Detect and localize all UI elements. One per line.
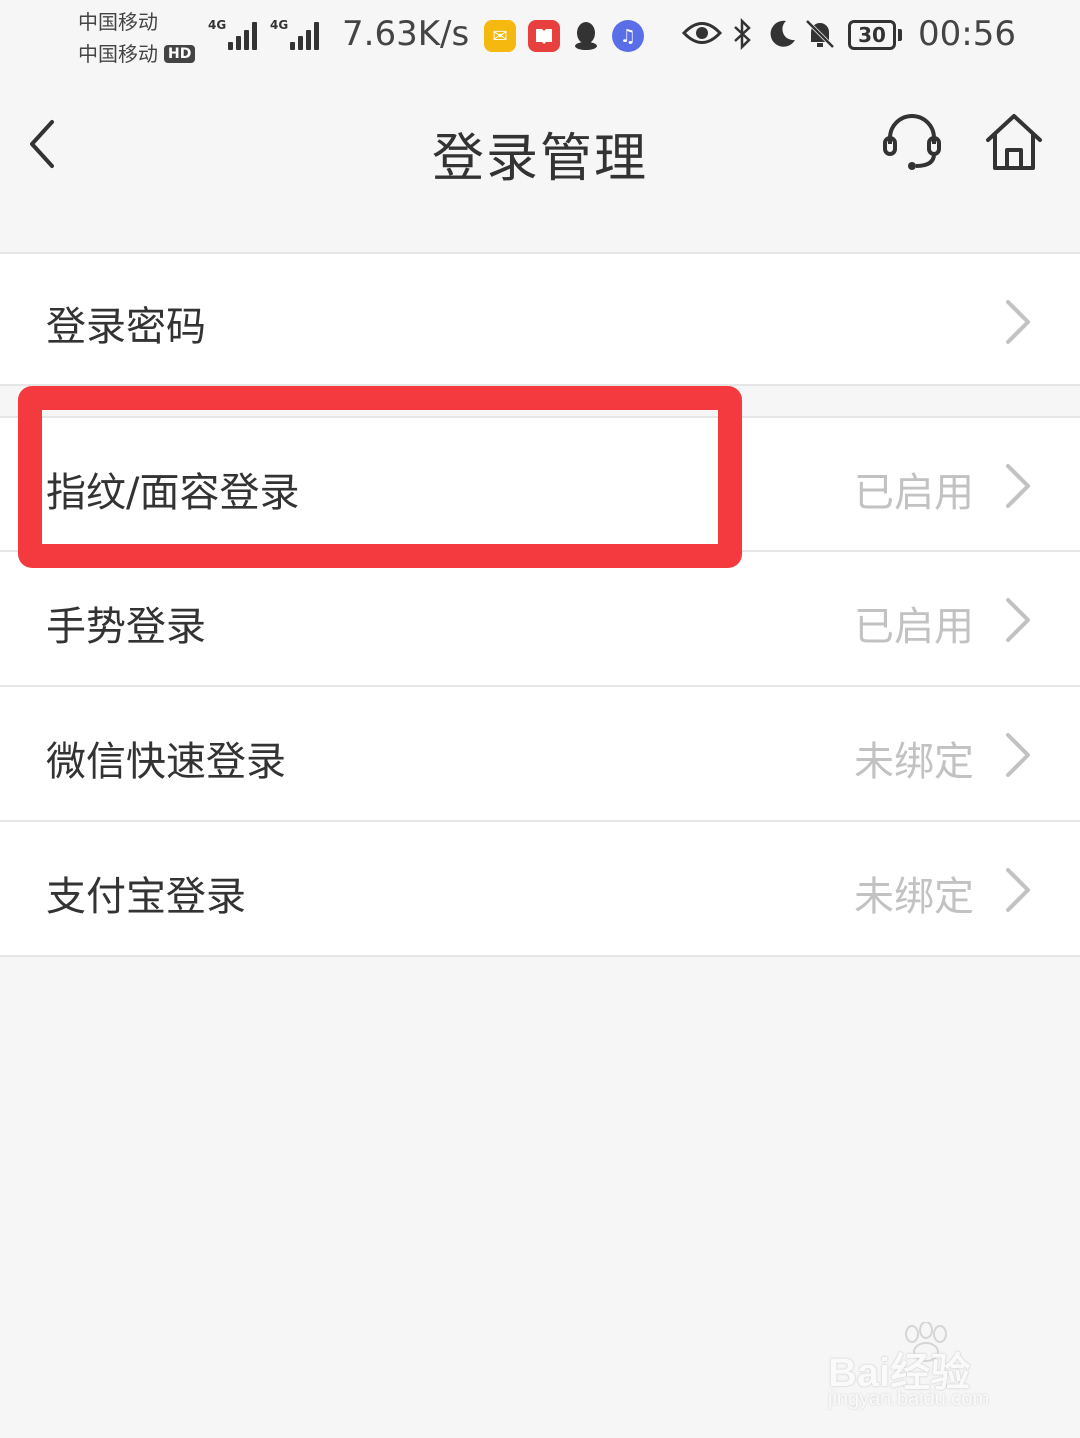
- item-label: 指纹/面容登录: [46, 470, 300, 516]
- network-speed: 7.63K/s: [342, 14, 470, 54]
- carrier-info: 中国移动 中国移动 HD: [78, 6, 196, 70]
- network-type-2: 4G: [270, 18, 289, 32]
- alipay-login-item[interactable]: 支付宝登录 未绑定: [0, 822, 1080, 957]
- baidu-jingyan-watermark: Bai经验 jingyan.baidu.com: [828, 1322, 1028, 1418]
- status-bar: 中国移动 中国移动 HD 4G 4G 7.63K/s ✉ ♫ 30 00:56: [0, 0, 1080, 80]
- home-button[interactable]: [982, 110, 1046, 174]
- eye-icon: [681, 18, 723, 57]
- watermark-sub: jingyan.baidu.com: [828, 1388, 990, 1410]
- item-label: 支付宝登录: [46, 874, 246, 920]
- chevron-right-icon: [1006, 868, 1030, 912]
- item-status: 未绑定: [854, 874, 974, 920]
- clock: 00:56: [918, 14, 1016, 54]
- item-label: 微信快速登录: [46, 739, 286, 785]
- item-status: 已启用: [854, 470, 974, 516]
- battery-icon: 30: [848, 20, 896, 50]
- signal-1-icon: 4G: [208, 18, 260, 50]
- network-type-1: 4G: [208, 18, 227, 32]
- carrier-2: 中国移动: [78, 42, 158, 66]
- chevron-right-icon: [1006, 464, 1030, 508]
- item-status: 未绑定: [854, 739, 974, 785]
- qq-app-icon: [570, 20, 602, 52]
- wechat-login-item[interactable]: 微信快速登录 未绑定: [0, 687, 1080, 822]
- gesture-login-item[interactable]: 手势登录 已启用: [0, 552, 1080, 687]
- hd-badge: HD: [164, 45, 196, 63]
- item-status: 已启用: [854, 604, 974, 650]
- nav-bar: 登录管理: [0, 80, 1080, 252]
- mail-app-icon: ✉: [484, 20, 516, 52]
- music-app-icon: ♫: [612, 20, 644, 52]
- item-label: 登录密码: [46, 304, 206, 350]
- battery-tip: [898, 29, 902, 41]
- item-label: 手势登录: [46, 604, 206, 650]
- moon-icon: [766, 18, 798, 59]
- mute-bell-icon: [804, 18, 836, 59]
- home-icon: [986, 114, 1042, 170]
- chevron-right-icon: [1006, 300, 1030, 344]
- headset-icon: [883, 114, 941, 170]
- chevron-right-icon: [1006, 598, 1030, 642]
- carrier-1: 中国移动: [78, 10, 158, 34]
- book-app-icon: [528, 20, 560, 52]
- login-password-item[interactable]: 登录密码: [0, 252, 1080, 386]
- fingerprint-face-login-item[interactable]: 指纹/面容登录 已启用: [0, 416, 1080, 552]
- signal-2-icon: 4G: [270, 18, 322, 50]
- customer-service-button[interactable]: [880, 110, 944, 174]
- chevron-right-icon: [1006, 733, 1030, 777]
- bluetooth-icon: [732, 17, 754, 59]
